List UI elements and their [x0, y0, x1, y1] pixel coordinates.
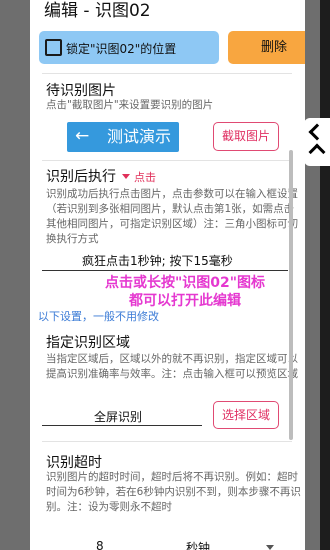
- back-arrow-icon: ←: [75, 126, 90, 146]
- select-region-button[interactable]: 选择区域: [213, 401, 279, 429]
- click-params-input[interactable]: 疯狂点击1秒钟; 按下15毫秒: [82, 252, 233, 269]
- after-action-desc: 识别成功后执行点击图片，点击参数可以在输入框设置（若识别到多张相同图片，默认点击…: [46, 188, 298, 245]
- edit-dialog: 编辑 - 识图02 锁定"识图02"的位置 删除 待识别图片 点击"截取图片"来…: [30, 0, 305, 550]
- floating-side-tab[interactable]: [304, 118, 330, 166]
- edit-tip-line1: 点击或长按"识图02"图标: [104, 275, 266, 291]
- scrollbar[interactable]: [289, 150, 293, 440]
- timeout-title: 识别超时: [46, 455, 102, 471]
- timeout-desc: 识别图片的超时时间，超时后将不再识别。例如：超时时间为6秒钟，若在6秒钟内识别不…: [46, 471, 301, 513]
- chevron-icon: [308, 123, 326, 141]
- checkbox-icon[interactable]: [45, 39, 62, 56]
- timeout-unit-select[interactable]: 秒钟: [186, 539, 210, 550]
- dialog-title: 编辑 - 识图02: [44, 1, 151, 21]
- chevron-icon: [308, 143, 326, 161]
- after-action-title: 识别后执行 点击: [46, 166, 156, 186]
- lock-position-label: 锁定"识图02"的位置: [66, 42, 177, 56]
- test-demo-label: 测试演示: [107, 127, 172, 146]
- divider: [42, 441, 292, 442]
- triangle-down-icon[interactable]: [122, 174, 130, 179]
- region-desc: 当指定区域后，区域以外的就不再识别，指定区域可以提高识别准确率与效率。注：点击输…: [46, 353, 298, 380]
- background-edge: [320, 0, 330, 550]
- test-demo-button[interactable]: ← 测试演示: [67, 122, 179, 152]
- divider: [42, 160, 292, 161]
- timeout-value-input[interactable]: 8: [96, 539, 104, 550]
- divider: [42, 73, 292, 74]
- input-underline: [42, 425, 202, 426]
- region-input[interactable]: 全屏识别: [94, 408, 142, 425]
- pending-image-desc: 点击"截取图片"来设置要识别的图片: [46, 99, 214, 111]
- advanced-settings-note: 以下设置，一般不用修改: [38, 310, 159, 323]
- capture-image-button[interactable]: 截取图片: [213, 122, 279, 151]
- after-action-title-text: 识别后执行: [46, 169, 116, 185]
- delete-button[interactable]: 删除: [228, 31, 305, 64]
- triangle-down-icon[interactable]: [266, 545, 274, 550]
- region-title: 指定识别区域: [46, 335, 130, 351]
- input-underline: [42, 270, 288, 271]
- lock-position-button[interactable]: 锁定"识图02"的位置: [39, 31, 219, 64]
- action-type-value[interactable]: 点击: [134, 171, 156, 184]
- edit-tip-overlay: 点击或长按"识图02"图标 都可以打开此编辑: [65, 274, 305, 310]
- pending-image-title: 待识别图片: [46, 83, 116, 99]
